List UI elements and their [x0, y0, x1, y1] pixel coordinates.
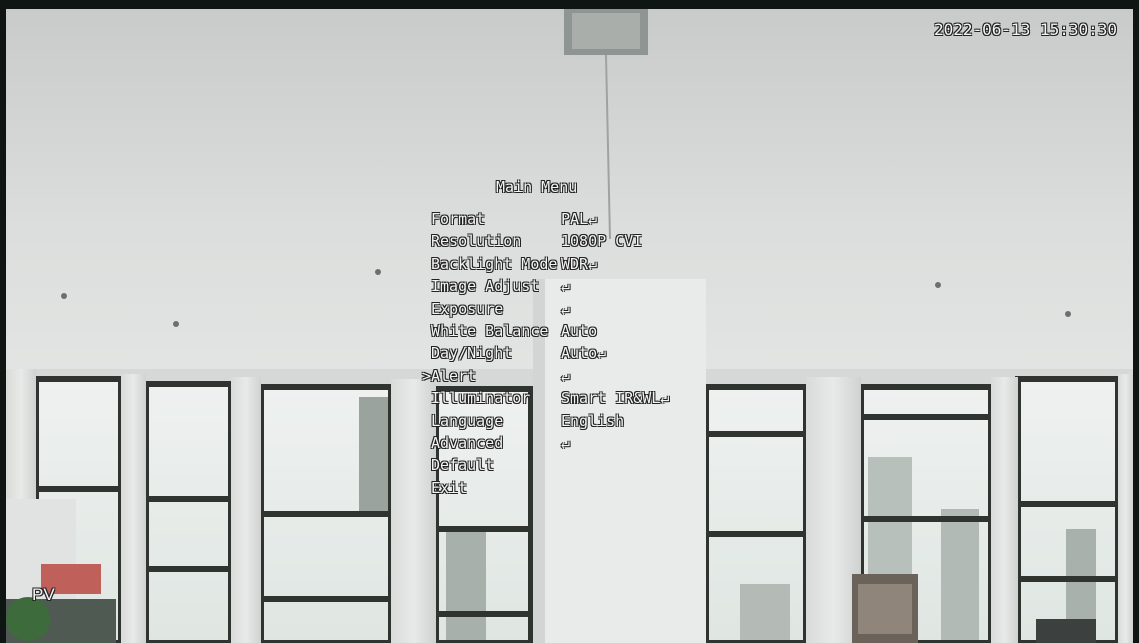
menu-item-label: Language	[431, 412, 504, 430]
menu-title: Main Menu	[496, 178, 578, 196]
menu-item-value: Smart IR&WL↵	[561, 389, 670, 407]
menu-item-label: Exit	[431, 479, 468, 497]
menu-item-value: Auto	[561, 322, 598, 340]
menu-item-value: WDR↵	[561, 255, 598, 273]
menu-item-label: Resolution	[431, 232, 522, 250]
menu-item-label: White Balance	[431, 322, 549, 340]
menu-item-advanced[interactable]: Advanced ↵	[422, 436, 722, 458]
menu-item-resolution[interactable]: Resolution 1080P CVI	[422, 234, 722, 256]
menu-item-exposure[interactable]: Exposure ↵	[422, 302, 722, 324]
menu-item-label: Default	[431, 456, 495, 474]
menu-item-day-night[interactable]: Day/Night Auto↵	[422, 346, 722, 368]
menu-item-label: Backlight Mode	[431, 255, 558, 273]
menu-item-label: Advanced	[431, 434, 504, 452]
menu-cursor: >	[422, 367, 432, 385]
menu-item-illuminator[interactable]: Illuminator Smart IR&WL↵	[422, 391, 722, 413]
menu-item-label: Exposure	[431, 300, 504, 318]
menu-item-value: PAL↵	[561, 210, 598, 228]
menu-item-value: English	[561, 412, 625, 430]
menu-item-language[interactable]: Language English	[422, 414, 722, 436]
menu-item-value: ↵	[561, 277, 571, 295]
menu-item-value: Auto↵	[561, 344, 607, 362]
menu-item-backlight-mode[interactable]: Backlight Mode WDR↵	[422, 257, 722, 279]
menu-item-exit[interactable]: Exit	[422, 481, 722, 503]
menu-item-white-balance[interactable]: White Balance Auto	[422, 324, 722, 346]
menu-item-image-adjust[interactable]: Image Adjust ↵	[422, 279, 722, 301]
menu-item-label: Format	[431, 210, 486, 228]
timestamp: 2022-06-13 15:30:30	[934, 20, 1118, 39]
menu-item-format[interactable]: Format PAL↵	[422, 212, 722, 234]
menu-item-default[interactable]: Default	[422, 458, 722, 480]
main-menu: Format PAL↵ Resolution 1080P CVI Backlight M…	[422, 212, 722, 502]
menu-item-value: ↵	[561, 367, 571, 385]
menu-item-value: 1080P CVI	[561, 232, 643, 250]
menu-item-value: ↵	[561, 300, 571, 318]
corner-tag: PV	[32, 585, 55, 604]
menu-item-value: ↵	[561, 434, 571, 452]
menu-item-label: Illuminator	[431, 389, 531, 407]
menu-item-label: Image Adjust	[431, 277, 540, 295]
menu-item-alert[interactable]: > Alert ↵	[422, 369, 722, 391]
menu-item-label: Alert	[431, 367, 477, 385]
menu-item-label: Day/Night	[431, 344, 513, 362]
